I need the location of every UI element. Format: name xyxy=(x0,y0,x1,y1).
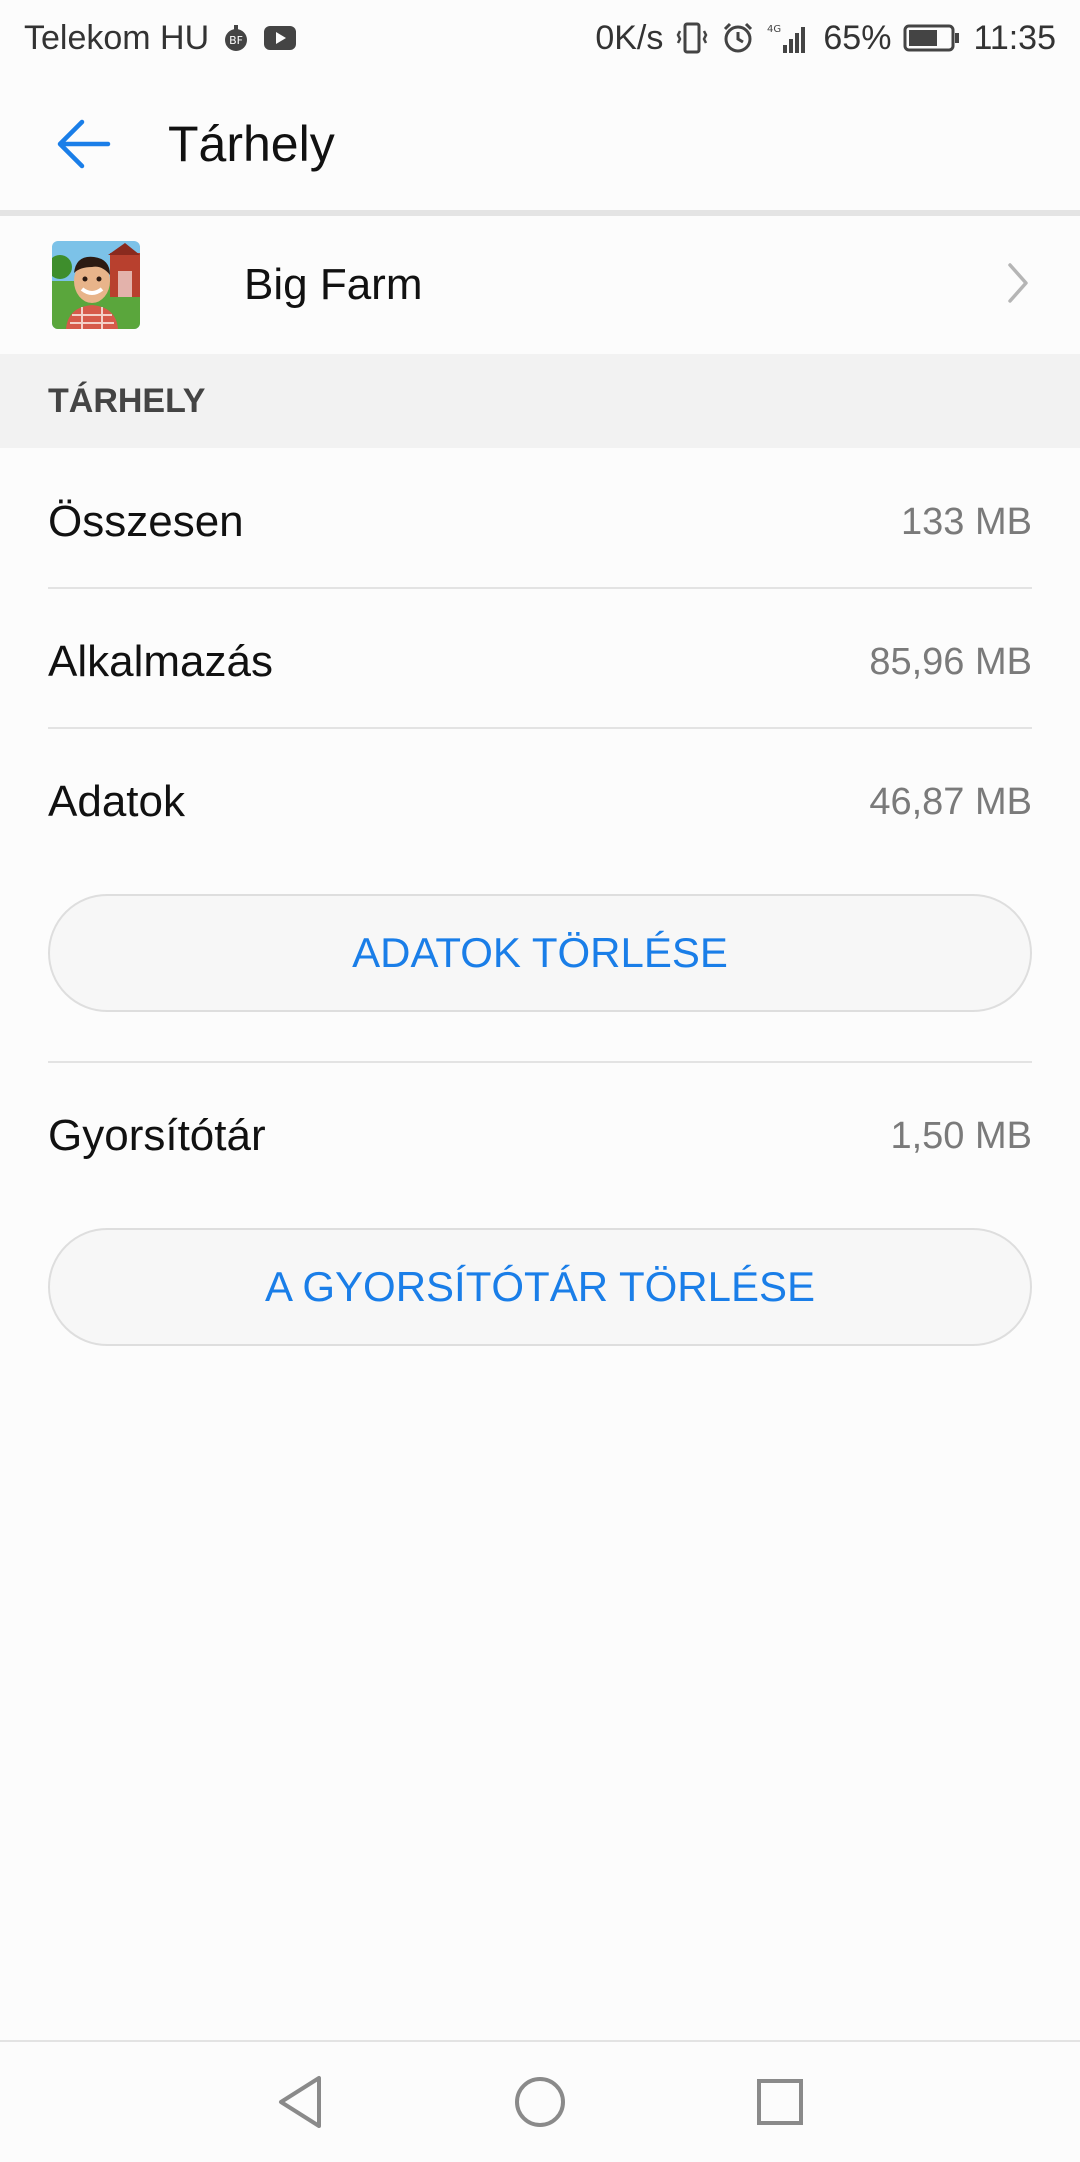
vibrate-icon xyxy=(675,21,709,55)
status-bar-left: Telekom HU BF xyxy=(24,19,297,58)
clear-cache-button[interactable]: A GYORSÍTÓTÁR TÖRLÉSE xyxy=(48,1228,1032,1346)
clock: 11:35 xyxy=(973,18,1056,57)
app-name: Big Farm xyxy=(244,260,423,309)
big-farm-app-icon xyxy=(52,241,140,329)
battery-percent: 65% xyxy=(823,18,892,57)
total-value: 133 MB xyxy=(901,500,1032,543)
recents-square-icon xyxy=(757,2079,803,2125)
app-size-row: Alkalmazás 85,96 MB xyxy=(48,592,1032,732)
app-info-row[interactable]: Big Farm xyxy=(0,216,1080,354)
divider xyxy=(48,1061,1032,1063)
youtube-icon xyxy=(263,25,297,51)
network-type-label: 4G xyxy=(767,24,781,35)
bigfarm-notif-icon: BF xyxy=(221,23,251,53)
data-size-label: Adatok xyxy=(48,777,185,826)
section-header-label: TÁRHELY xyxy=(48,381,206,420)
total-label: Összesen xyxy=(48,497,244,546)
page-title: Tárhely xyxy=(168,116,335,172)
app-size-label: Alkalmazás xyxy=(48,637,273,686)
chevron-right-icon xyxy=(1004,261,1032,310)
network-speed: 0K/s xyxy=(595,18,664,57)
battery-icon xyxy=(903,23,961,53)
status-bar-right: 0K/s 4G 65% 11:35 xyxy=(595,19,1056,58)
back-triangle-icon xyxy=(279,2076,321,2128)
data-size-value: 46,87 MB xyxy=(869,780,1032,823)
app-bar: Tárhely xyxy=(0,76,1080,212)
cache-size-row: Gyorsítótár 1,50 MB xyxy=(48,1066,1032,1206)
svg-text:BF: BF xyxy=(229,34,243,47)
section-header: TÁRHELY xyxy=(0,354,1080,448)
app-size-value: 85,96 MB xyxy=(869,640,1032,683)
divider xyxy=(48,587,1032,589)
navigation-bar xyxy=(0,2040,1080,2162)
back-button[interactable] xyxy=(44,104,124,184)
cache-size-label: Gyorsítótár xyxy=(48,1111,266,1160)
nav-back-button[interactable] xyxy=(180,2042,420,2162)
total-row: Összesen 133 MB xyxy=(48,452,1032,592)
cache-size-value: 1,50 MB xyxy=(890,1114,1032,1157)
data-size-row: Adatok 46,87 MB xyxy=(48,732,1032,872)
home-circle-icon xyxy=(515,2077,565,2127)
nav-home-button[interactable] xyxy=(420,2042,660,2162)
clear-data-button[interactable]: ADATOK TÖRLÉSE xyxy=(48,894,1032,1012)
alarm-icon xyxy=(721,21,755,55)
signal-icon: 4G xyxy=(767,21,811,55)
nav-recents-button[interactable] xyxy=(660,2042,900,2162)
status-bar: Telekom HU BF 0K/s 4G 65% 11:35 xyxy=(0,0,1080,76)
divider xyxy=(48,727,1032,729)
arrow-back-icon xyxy=(57,119,111,169)
carrier-label: Telekom HU xyxy=(24,18,210,57)
